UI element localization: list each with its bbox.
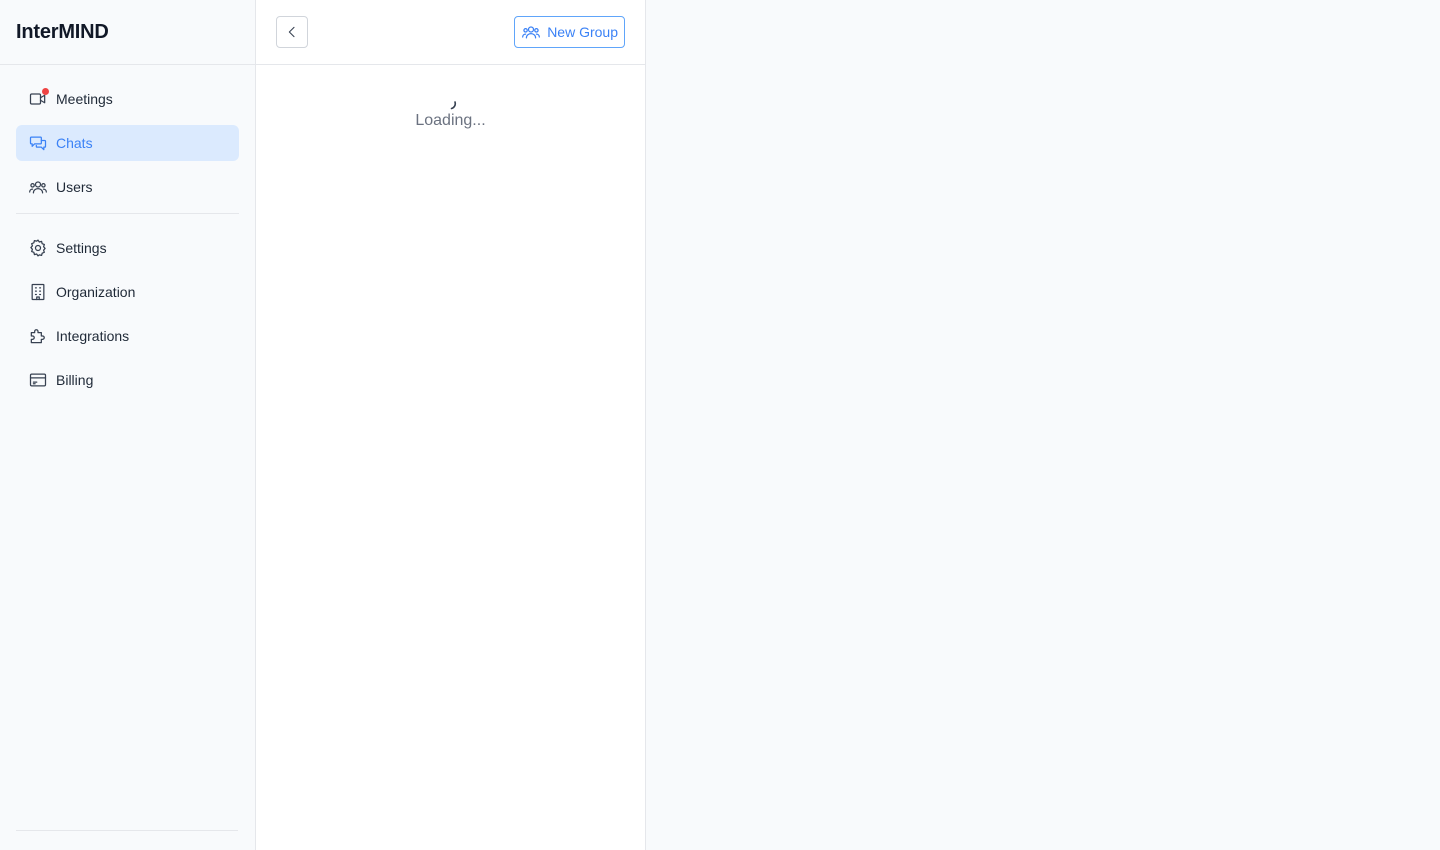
puzzle-icon [28,326,48,346]
app-root: InterMIND Meetings Chats Users Settings … [0,0,1440,850]
sidebar-nav: Meetings Chats Users Settings Organizati… [0,65,255,398]
app-title: InterMIND [16,20,109,43]
nav-divider [16,213,239,214]
video-camera-icon [28,88,49,109]
sidebar-item-label: Billing [56,372,94,388]
users-group-icon [521,22,541,42]
loading-indicator: Loading... [256,96,645,130]
sidebar-item-integrations[interactable]: Integrations [16,318,239,354]
credit-card-icon [28,370,48,390]
main-content-area [646,0,1440,850]
sidebar-item-label: Settings [56,240,107,256]
sidebar-item-chats[interactable]: Chats [16,125,239,161]
building-icon [28,282,48,302]
sidebar-item-settings[interactable]: Settings [16,230,239,266]
notification-dot [42,88,49,95]
chevron-left-icon [284,24,300,40]
sidebar-footer-divider [16,830,238,831]
collapse-button[interactable] [276,16,308,48]
new-group-button[interactable]: New Group [514,16,625,48]
brand-header: InterMIND [0,0,255,65]
chat-list-panel: New Group Loading... [256,0,646,850]
chat-panel-header: New Group [256,0,645,65]
sidebar-item-label: Chats [56,135,93,151]
sidebar-item-label: Users [56,179,93,195]
users-icon [28,177,48,197]
sidebar-item-billing[interactable]: Billing [16,362,239,398]
sidebar-item-label: Meetings [56,91,113,107]
sidebar-item-label: Integrations [56,328,130,344]
sidebar-item-label: Organization [56,284,136,300]
spinner-icon [443,96,459,112]
sidebar-item-users[interactable]: Users [16,169,239,205]
sidebar-item-organization[interactable]: Organization [16,274,239,310]
sidebar: InterMIND Meetings Chats Users Settings … [0,0,256,850]
gear-icon [28,238,48,258]
sidebar-item-meetings[interactable]: Meetings [16,81,239,117]
loading-text: Loading... [415,112,486,129]
chat-bubbles-icon [28,133,48,153]
new-group-label: New Group [547,24,618,40]
